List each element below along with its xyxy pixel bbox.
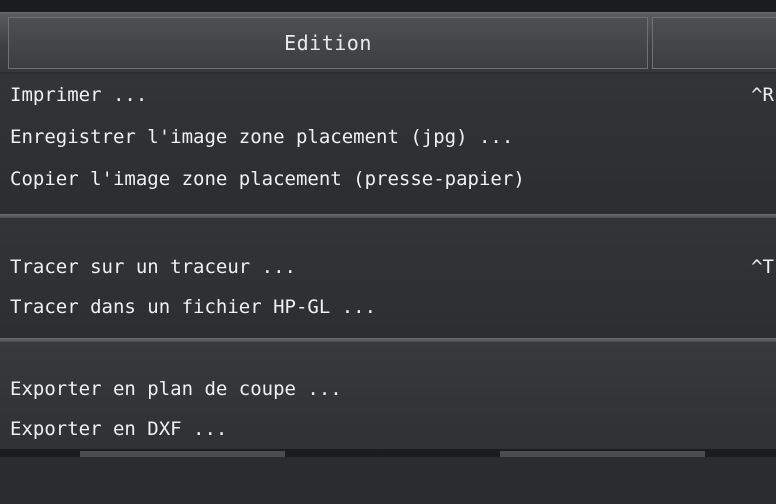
menu-item-label: Exporter en DXF ... xyxy=(10,418,228,440)
menu-item-label: Tracer sur un traceur ... xyxy=(10,256,296,278)
menu-next[interactable] xyxy=(652,17,776,69)
menu-item-shortcut: ^T xyxy=(751,256,774,278)
window-top-edge xyxy=(0,0,776,12)
edition-dropdown-menu: Imprimer ... ^R Enregistrer l'image zone… xyxy=(0,74,776,457)
menu-item-label: Copier l'image zone placement (presse-pa… xyxy=(10,168,525,190)
menu-item-tracer-hpgl[interactable]: Tracer dans un fichier HP-GL ... xyxy=(10,292,776,322)
menu-item-label: Imprimer ... xyxy=(10,84,148,106)
bottom-tab xyxy=(80,451,285,457)
menu-item-label: Tracer dans un fichier HP-GL ... xyxy=(10,296,377,318)
menu-bar: Edition xyxy=(0,12,776,72)
menu-item-shortcut: ^R xyxy=(751,84,774,106)
menu-item-tracer-traceur[interactable]: Tracer sur un traceur ... ^T xyxy=(10,252,776,282)
menu-item-label: Exporter en plan de coupe ... xyxy=(10,378,342,400)
menu-group-print: Imprimer ... ^R Enregistrer l'image zone… xyxy=(0,74,776,214)
window-bottom-edge xyxy=(0,449,776,457)
menu-item-label: Enregistrer l'image zone placement (jpg)… xyxy=(10,126,514,148)
bottom-tab xyxy=(500,451,705,457)
menu-item-enregistrer-image[interactable]: Enregistrer l'image zone placement (jpg)… xyxy=(10,122,776,152)
menu-group-plot: Tracer sur un traceur ... ^T Tracer dans… xyxy=(0,218,776,338)
menu-group-export: Exporter en plan de coupe ... Exporter e… xyxy=(0,342,776,457)
menu-edition[interactable]: Edition xyxy=(8,17,648,69)
menu-item-copier-image[interactable]: Copier l'image zone placement (presse-pa… xyxy=(10,164,776,194)
menu-item-imprimer[interactable]: Imprimer ... ^R xyxy=(10,80,776,110)
menu-item-exporter-plan-coupe[interactable]: Exporter en plan de coupe ... xyxy=(10,374,776,404)
menu-item-exporter-dxf[interactable]: Exporter en DXF ... xyxy=(10,414,776,444)
